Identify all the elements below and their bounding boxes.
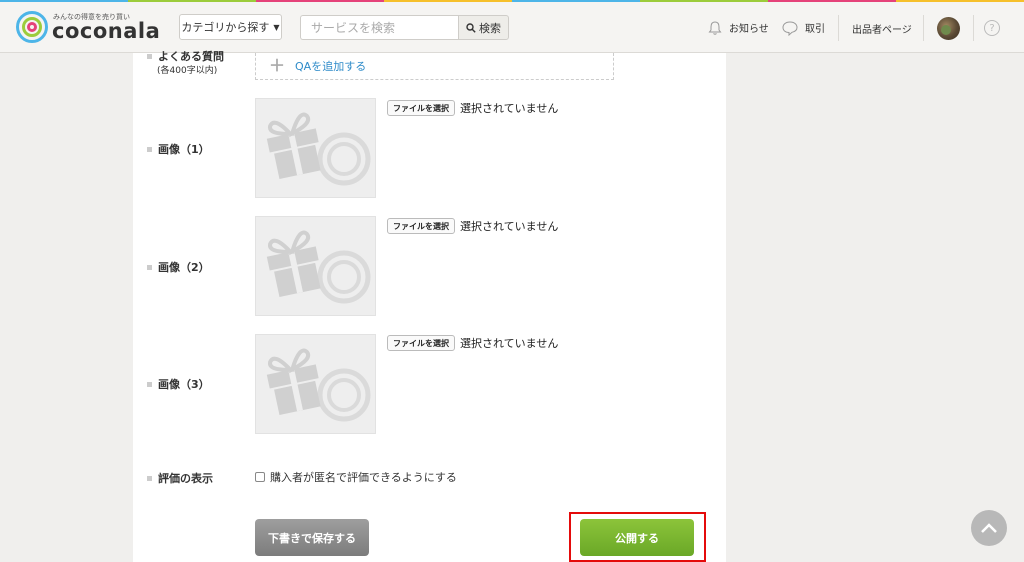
image-1-label: 画像（1） <box>147 141 210 157</box>
chat-bubble-icon <box>782 20 798 36</box>
logo-mark-icon <box>16 11 48 43</box>
review-display-label: 評価の表示 <box>147 470 213 486</box>
nav-notifications[interactable]: お知らせ <box>707 2 769 53</box>
search-button-label: 検索 <box>479 21 501 35</box>
scroll-to-top-button[interactable] <box>971 510 1007 546</box>
search-bar: サービスを検索 検索 <box>300 15 509 40</box>
image-3-label: 画像（3） <box>147 376 210 392</box>
search-icon <box>466 22 476 33</box>
bell-icon <box>708 20 722 35</box>
help-icon[interactable]: ? <box>984 20 1000 36</box>
nav-seller-label: 出品者ページ <box>852 24 912 36</box>
image-2-label: 画像（2） <box>147 259 210 275</box>
plus-icon: ＋ <box>269 56 286 75</box>
faq-label: よくある質問 <box>147 48 224 64</box>
nav-transactions-label: 取引 <box>805 24 825 35</box>
user-avatar[interactable] <box>937 17 960 40</box>
anonymous-review-checkbox[interactable] <box>255 472 265 482</box>
nav-seller-page[interactable]: 出品者ページ <box>838 15 912 41</box>
qa-add-button[interactable]: ＋ QAを追加する <box>255 53 614 80</box>
search-input[interactable]: サービスを検索 <box>300 15 458 40</box>
save-draft-button[interactable]: 下書きで保存する <box>255 519 369 556</box>
file-status-2: 選択されていません <box>460 220 559 233</box>
file-select-button-3[interactable]: ファイルを選択 <box>387 335 455 351</box>
qa-add-label: QAを追加する <box>295 60 367 73</box>
coconala-logo[interactable]: みんなの得意を売り買い coconala <box>16 9 166 47</box>
nav-notifications-label: お知らせ <box>729 24 769 35</box>
header-divider <box>923 15 924 41</box>
image-placeholder-3 <box>255 334 376 434</box>
file-select-button-2[interactable]: ファイルを選択 <box>387 218 455 234</box>
category-browse-button[interactable]: カテゴリから探す ▼ <box>179 14 282 40</box>
file-status-3: 選択されていません <box>460 337 559 350</box>
logo-wordmark: coconala <box>52 19 161 43</box>
nav-transactions[interactable]: 取引 <box>781 2 825 53</box>
anonymous-review-option[interactable]: 購入者が匿名で評価できるようにする <box>255 469 457 485</box>
anonymous-review-text: 購入者が匿名で評価できるようにする <box>270 471 457 484</box>
image-placeholder-2 <box>255 216 376 316</box>
chevron-up-icon <box>981 523 997 533</box>
faq-sublabel: (各400字以内) <box>157 66 218 76</box>
header-divider <box>973 15 974 41</box>
search-button[interactable]: 検索 <box>458 15 509 40</box>
image-placeholder-1 <box>255 98 376 198</box>
file-select-button-1[interactable]: ファイルを選択 <box>387 100 455 116</box>
file-status-1: 選択されていません <box>460 102 559 115</box>
service-edit-form: よくある質問 (各400字以内) 画像（1） 画像（2） 画像（3） 評価の表示 <box>133 50 726 562</box>
gift-placeholder-icon <box>266 230 371 304</box>
caret-down-icon: ▼ <box>273 22 280 32</box>
category-browse-label: カテゴリから探す <box>181 21 270 34</box>
publish-button[interactable]: 公開する <box>580 519 694 556</box>
gift-placeholder-icon <box>266 112 371 186</box>
gift-placeholder-icon <box>266 348 371 422</box>
